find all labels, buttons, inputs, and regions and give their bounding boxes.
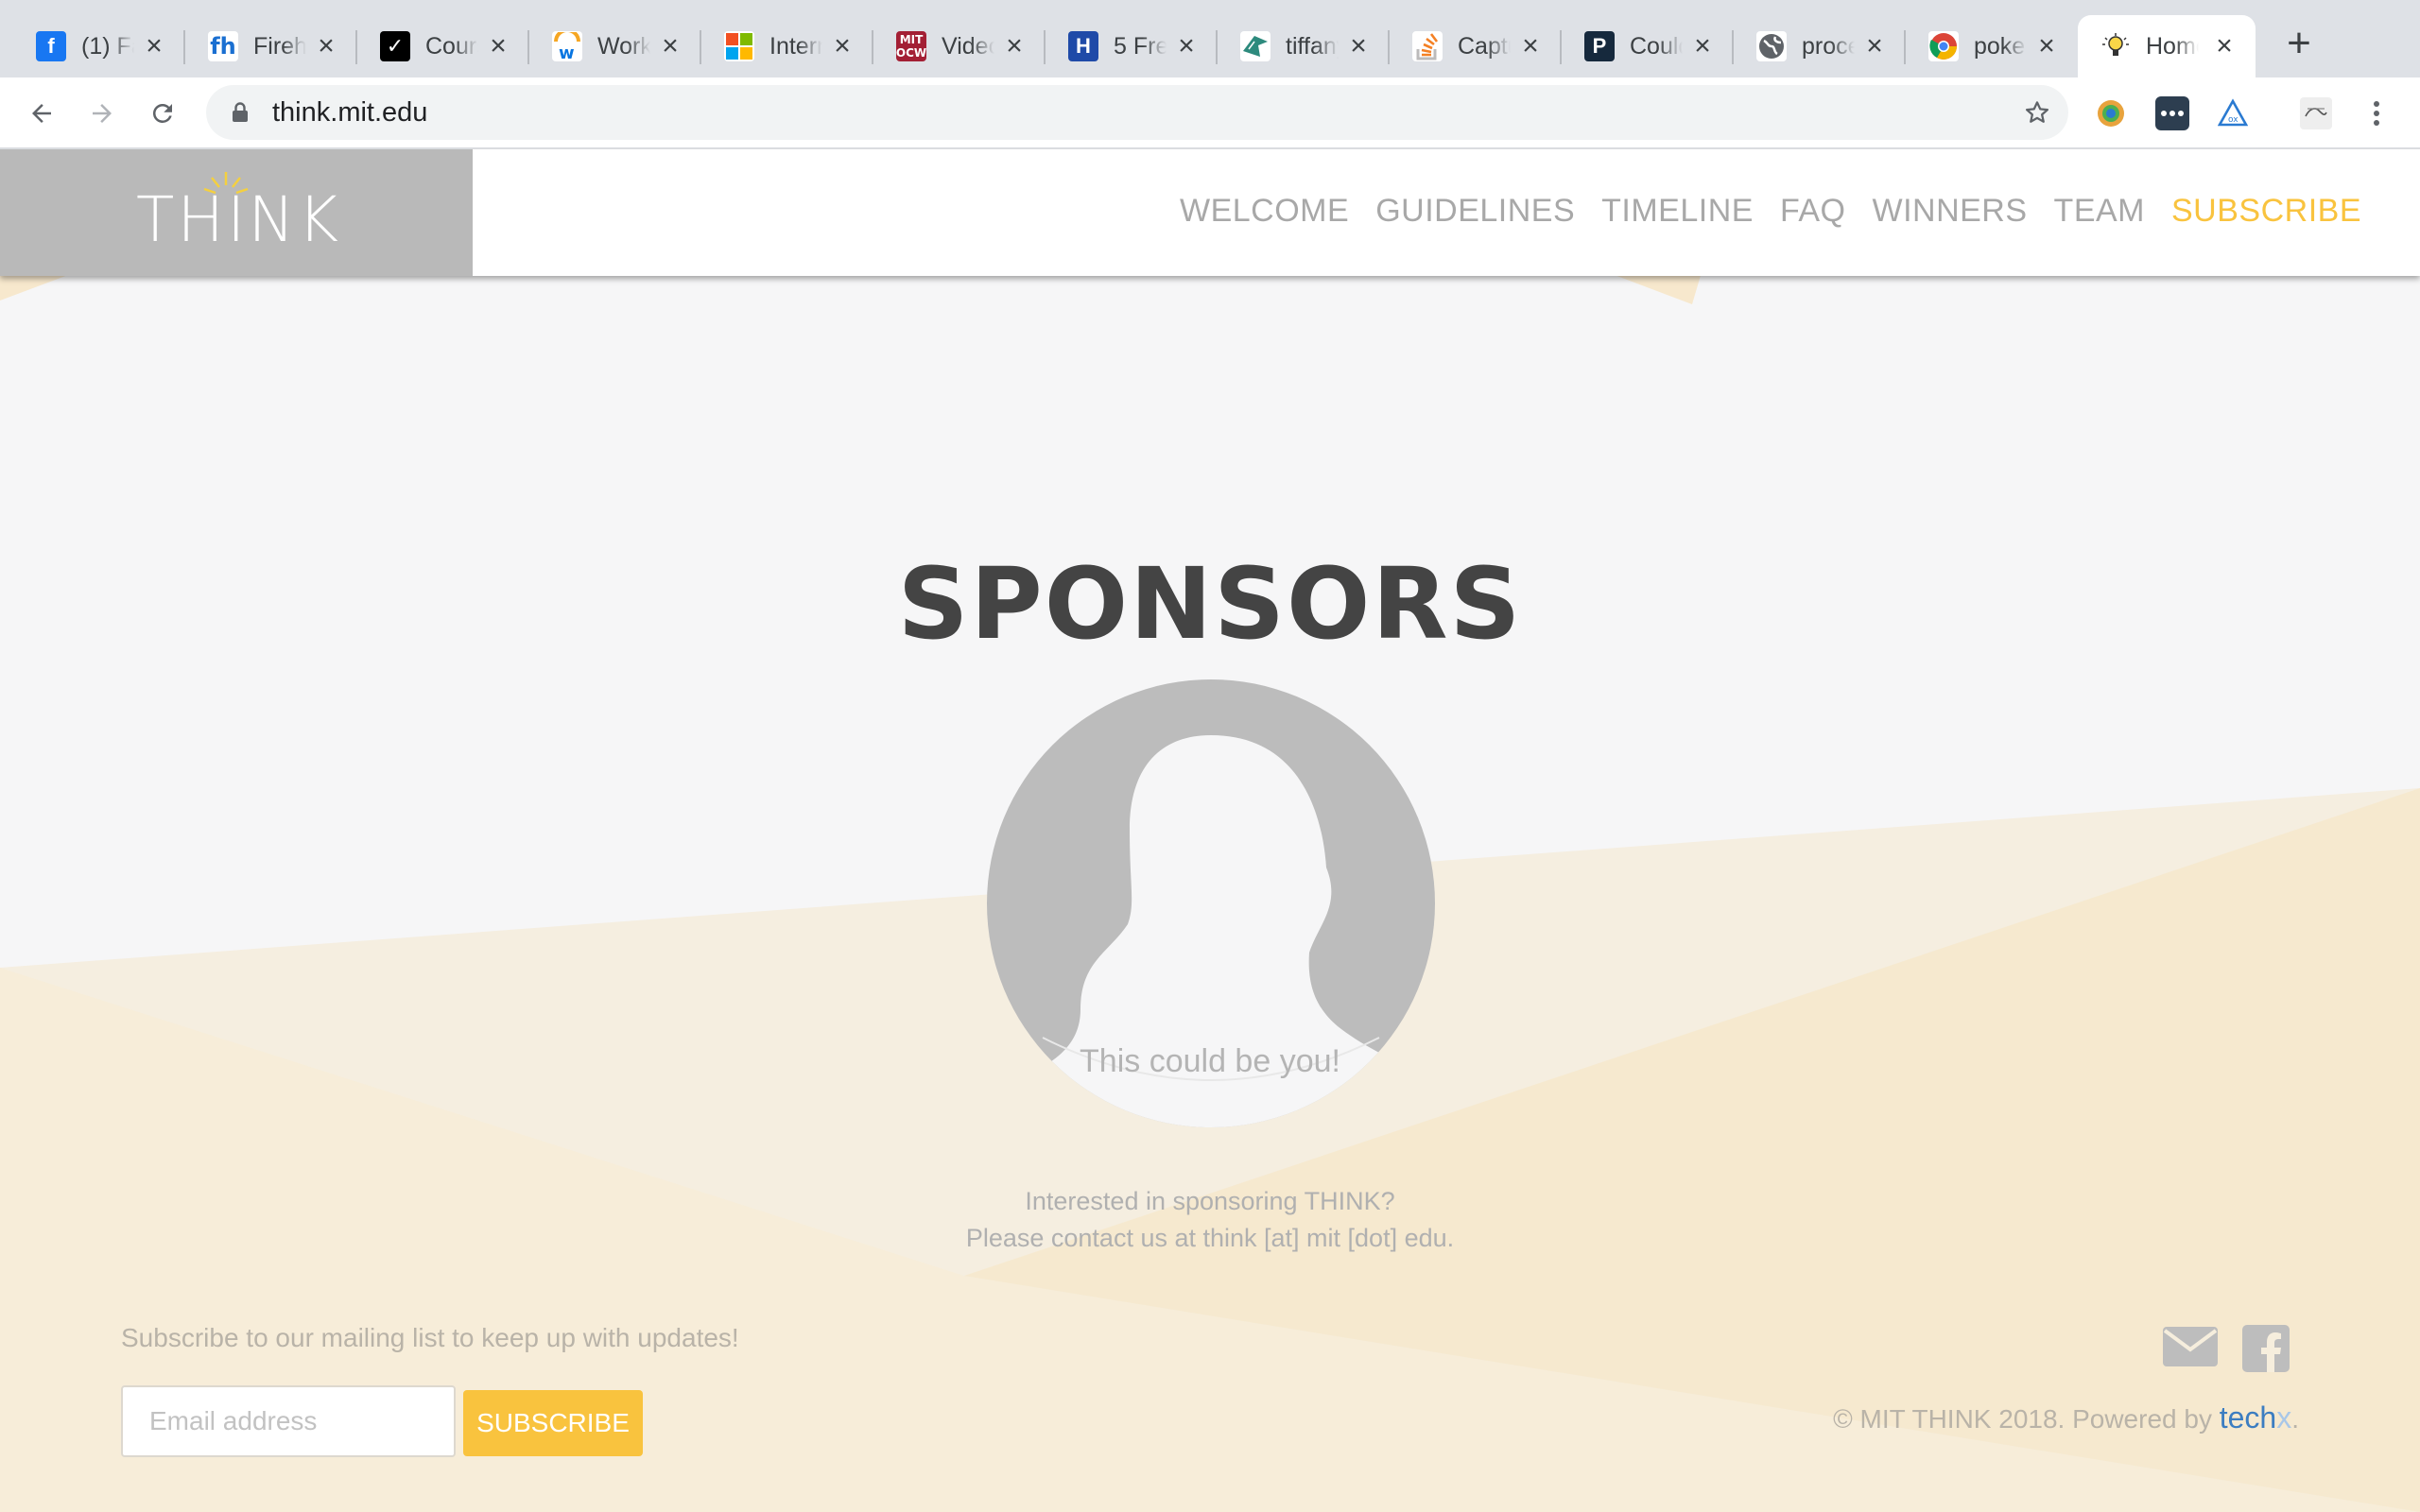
tab-close-icon[interactable]: × — [1862, 32, 1887, 60]
url-text: think.mit.edu — [272, 96, 428, 128]
address-bar[interactable]: think.mit.edu — [206, 85, 2068, 140]
browser-tab[interactable]: pokemon× — [1906, 15, 2078, 77]
tab-close-icon[interactable]: × — [2034, 32, 2059, 60]
globe-icon — [1756, 31, 1787, 61]
tab-close-icon[interactable]: × — [658, 32, 683, 60]
tab-close-icon[interactable]: × — [314, 32, 338, 60]
reload-icon[interactable] — [144, 94, 182, 132]
tab-title: (1) Facebook — [81, 32, 134, 60]
tab-title: Firehose — [253, 32, 306, 60]
nav-welcome[interactable]: WELCOME — [1180, 193, 1349, 230]
tab-title: Internships — [769, 32, 822, 60]
back-icon[interactable] — [23, 94, 60, 132]
nav-winners[interactable]: WINNERS — [1872, 193, 2027, 230]
main-nav: WELCOME GUIDELINES TIMELINE FAQ WINNERS … — [1180, 193, 2361, 230]
browser-tab-strip: f (1) Facebook × fh Firehose × ✓ Course × w Workda… — [0, 0, 2420, 77]
mailing-list-text: Subscribe to our mailing list to keep up… — [121, 1323, 739, 1352]
browser-tab[interactable]: Home × — [2078, 15, 2256, 77]
nav-subscribe[interactable]: SUBSCRIBE — [2171, 193, 2361, 230]
tab-title: 5 Free — [1114, 32, 1167, 60]
page-title: SPONSORS — [897, 546, 1523, 662]
browser-tab[interactable]: H 5 Free× — [1046, 15, 1218, 77]
page-content: THINK WELCOME GUIDELINES TIMELINE FAQ WI… — [0, 149, 2420, 1512]
sponsor-contact-text: Interested in sponsoring THINK? Please c… — [0, 1183, 2420, 1257]
bookmark-star-icon[interactable] — [2021, 96, 2053, 129]
tab-close-icon[interactable]: × — [1002, 32, 1027, 60]
email-icon[interactable] — [2163, 1327, 2218, 1366]
avatar-caption: This could be you! — [1080, 1043, 1340, 1079]
firehose-icon: fh — [208, 31, 238, 61]
think-logo[interactable]: THINK — [0, 149, 473, 276]
profile-avatar-icon[interactable] — [2299, 96, 2333, 130]
stackoverflow-icon — [1412, 31, 1443, 61]
browser-tab[interactable]: fh Firehose × — [185, 15, 357, 77]
checkbox-icon: ✓ — [380, 31, 410, 61]
p-icon: P — [1584, 31, 1615, 61]
browser-tab[interactable]: Internships × — [701, 15, 873, 77]
copyright-suffix: . — [2291, 1404, 2299, 1434]
tab-title: Could — [1630, 32, 1683, 60]
tab-close-icon[interactable]: × — [486, 32, 510, 60]
logo-text: THINK — [136, 183, 342, 256]
techx-link-x[interactable]: x — [2276, 1400, 2291, 1435]
browser-tab[interactable]: tiffany× — [1218, 15, 1390, 77]
microsoft-icon — [724, 31, 754, 61]
tab-title: Workday — [597, 32, 650, 60]
tab-title: process — [1802, 32, 1855, 60]
lock-icon — [229, 101, 251, 124]
facebook-icon: f — [36, 31, 66, 61]
tab-close-icon[interactable]: × — [1346, 32, 1371, 60]
mit-ocw-icon: MIT OCW — [895, 31, 927, 61]
browser-tab[interactable]: f (1) Facebook × — [13, 15, 185, 77]
browser-tab[interactable]: MITOCW Video × — [873, 15, 1046, 77]
tab-close-icon[interactable]: × — [2212, 32, 2237, 60]
extension-triangle-icon[interactable]: ox — [2216, 96, 2250, 130]
browser-toolbar: think.mit.edu ox — [0, 77, 2420, 149]
extension-password-icon[interactable] — [2155, 96, 2189, 130]
facebook-icon[interactable] — [2242, 1325, 2290, 1372]
nav-faq[interactable]: FAQ — [1780, 193, 1846, 230]
contact-line-2: Please contact us at think [at] mit [dot… — [965, 1224, 1455, 1252]
forward-icon[interactable] — [83, 94, 121, 132]
tab-title: Video — [942, 32, 994, 60]
copyright-prefix: © MIT THINK 2018. Powered by — [1833, 1404, 2220, 1434]
tab-close-icon[interactable]: × — [1518, 32, 1543, 60]
nav-guidelines[interactable]: GUIDELINES — [1375, 193, 1575, 230]
contact-line-1: Interested in sponsoring THINK? — [1025, 1187, 1395, 1215]
tab-title: Capture — [1458, 32, 1511, 60]
tab-close-icon[interactable]: × — [1690, 32, 1715, 60]
tab-title: Home — [2146, 32, 2199, 60]
site-header: THINK WELCOME GUIDELINES TIMELINE FAQ WI… — [0, 149, 2420, 276]
lightbulb-icon — [2100, 31, 2131, 61]
browser-tab[interactable]: process× — [1734, 15, 1906, 77]
h-icon: H — [1068, 31, 1098, 61]
extension-chrome-icon[interactable] — [2094, 96, 2128, 130]
browser-tab[interactable]: ✓ Course × — [357, 15, 529, 77]
menu-kebab-icon[interactable] — [2360, 96, 2394, 130]
copyright-text: © MIT THINK 2018. Powered by techx. — [1833, 1400, 2299, 1435]
browser-tab[interactable]: w Workday × — [529, 15, 701, 77]
nav-timeline[interactable]: TIMELINE — [1601, 193, 1754, 230]
email-field[interactable] — [121, 1385, 456, 1457]
browser-tab[interactable]: Capture× — [1390, 15, 1562, 77]
tab-close-icon[interactable]: × — [830, 32, 855, 60]
workday-icon: w — [552, 31, 582, 61]
chrome-icon — [1928, 31, 1959, 61]
tab-title: Course — [425, 32, 478, 60]
techx-link[interactable]: tech — [2220, 1400, 2276, 1435]
bird-icon — [1240, 31, 1270, 61]
tab-title: pokemon — [1974, 32, 2027, 60]
tab-close-icon[interactable]: × — [142, 32, 166, 60]
tab-title: tiffany — [1286, 32, 1339, 60]
tab-close-icon[interactable]: × — [1174, 32, 1199, 60]
browser-tab[interactable]: P Could× — [1562, 15, 1734, 77]
subscribe-button[interactable]: SUBSCRIBE — [463, 1390, 643, 1456]
nav-team[interactable]: TEAM — [2054, 193, 2145, 230]
svg-text:w: w — [559, 43, 575, 60]
svg-text:ox: ox — [2228, 115, 2238, 125]
new-tab-button[interactable]: + — [2280, 23, 2318, 64]
